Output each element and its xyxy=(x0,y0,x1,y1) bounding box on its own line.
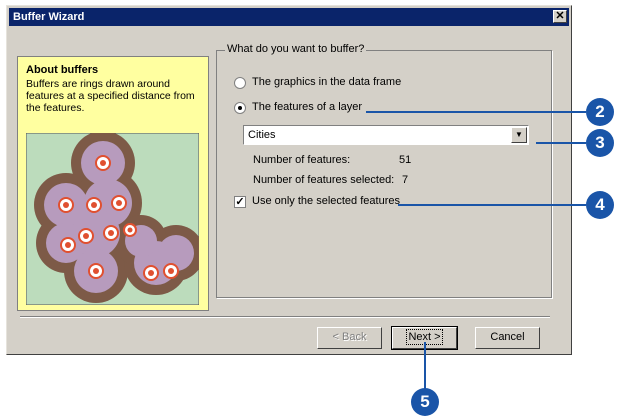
callout-5: 5 xyxy=(411,388,439,416)
selected-count-label: Number of features selected: xyxy=(253,174,395,186)
close-icon: ✕ xyxy=(555,10,565,22)
back-button-label: < Back xyxy=(332,331,367,343)
group-title: What do you want to buffer? xyxy=(225,43,367,55)
radio-layer-features-label[interactable]: The features of a layer xyxy=(252,101,362,113)
feature-count-label: Number of features: xyxy=(253,154,351,166)
radio-graphics[interactable] xyxy=(234,77,246,89)
callout-2: 2 xyxy=(586,98,614,126)
about-panel: About buffers Buffers are rings drawn ar… xyxy=(17,56,209,311)
title-bar: Buffer Wizard ✕ xyxy=(9,8,569,26)
about-title: About buffers xyxy=(26,64,99,76)
callout-line-3 xyxy=(536,142,586,144)
callout-line-4 xyxy=(398,204,586,206)
layer-select-value: Cities xyxy=(248,129,276,141)
feature-count-value: 51 xyxy=(399,154,412,166)
window-title: Buffer Wizard xyxy=(13,11,85,23)
callout-3: 3 xyxy=(586,129,614,157)
radio-layer-features[interactable] xyxy=(234,102,246,114)
cancel-button-label: Cancel xyxy=(490,331,525,343)
layer-select[interactable]: Cities ▼ xyxy=(243,125,529,145)
selected-only-label[interactable]: Use only the selected features xyxy=(252,195,400,207)
radio-graphics-label[interactable]: The graphics in the data frame xyxy=(252,76,401,88)
selected-count-value: 7 xyxy=(402,174,409,186)
chevron-down-icon[interactable]: ▼ xyxy=(511,127,527,143)
back-button[interactable]: < Back xyxy=(317,327,382,349)
callout-4: 4 xyxy=(586,191,614,219)
close-button[interactable]: ✕ xyxy=(553,10,567,23)
callout-line-2 xyxy=(366,111,586,113)
buffer-rings-illustration xyxy=(26,133,199,305)
about-text: Buffers are rings drawn around features … xyxy=(26,78,195,114)
callout-line-5 xyxy=(424,342,426,390)
selected-only-checkbox[interactable]: ✓ xyxy=(234,196,246,208)
button-separator xyxy=(20,316,550,318)
cancel-button[interactable]: Cancel xyxy=(475,327,540,349)
